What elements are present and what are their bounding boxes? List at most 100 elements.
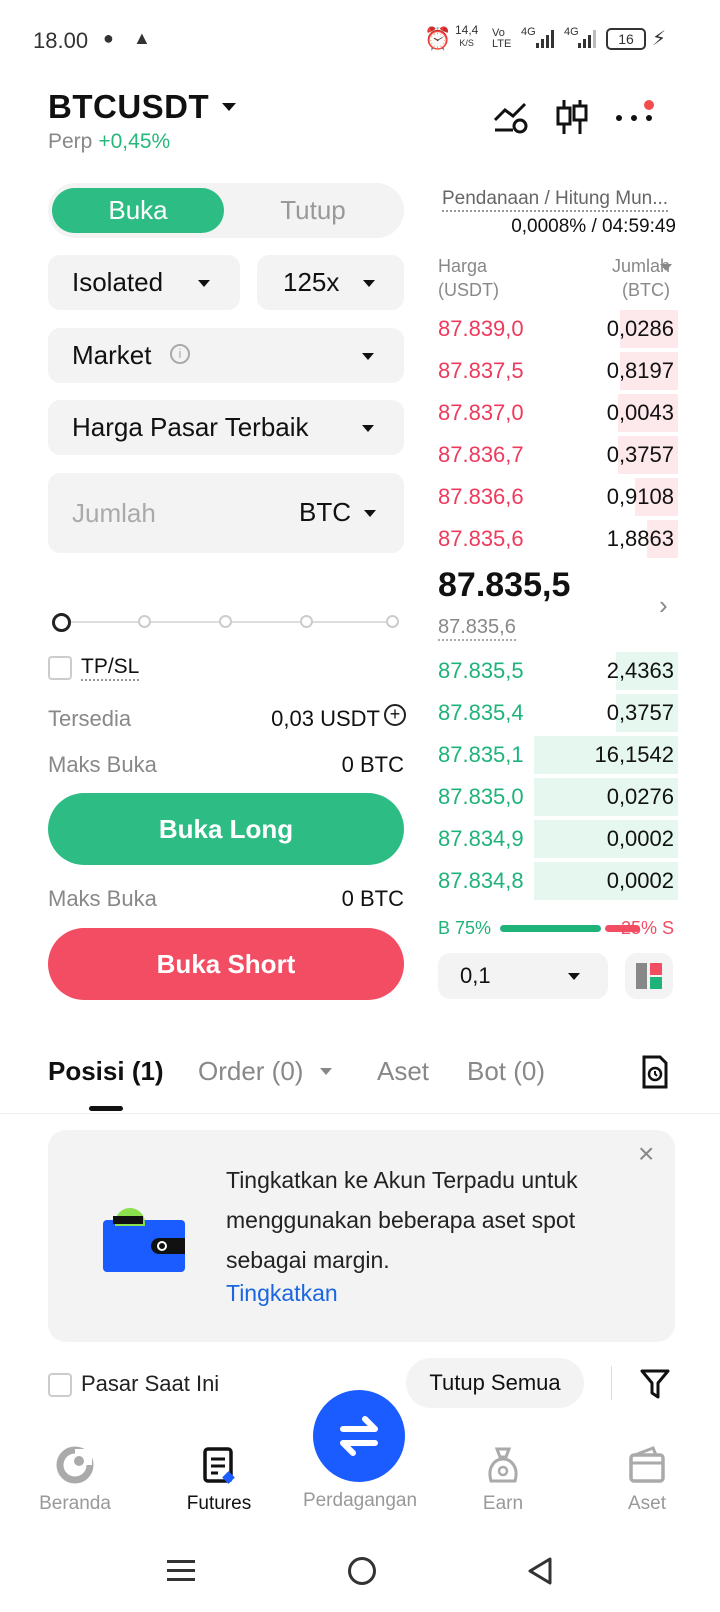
- bid-price: 87.834,9: [438, 826, 524, 851]
- ask-price: 87.837,5: [438, 358, 524, 383]
- precision-select[interactable]: 0,1: [438, 953, 608, 999]
- ask-row[interactable]: 87.835,6 1,8863: [438, 518, 678, 560]
- nav-futures[interactable]: Futures: [149, 1445, 289, 1515]
- unified-account-banner: Tingkatkan ke Akun Terpadu untuk menggun…: [48, 1130, 675, 1342]
- trade-fab-button[interactable]: [313, 1390, 405, 1482]
- max-open-long-value: 0 BTC: [341, 752, 404, 777]
- bid-price: 87.834,8: [438, 868, 524, 893]
- chevron-right-icon[interactable]: ›: [659, 590, 668, 621]
- futures-icon: [199, 1445, 239, 1485]
- divider: [611, 1366, 612, 1400]
- leverage-select[interactable]: 125x: [257, 255, 404, 310]
- slider-step-50[interactable]: [219, 615, 232, 628]
- ask-row[interactable]: 87.836,6 0,9108: [438, 476, 678, 518]
- active-tab-indicator: [89, 1106, 123, 1111]
- current-market-checkbox[interactable]: [48, 1373, 72, 1397]
- nav-assets-label: Aset: [627, 1493, 667, 1514]
- available-value: 0,03 USDT: [271, 706, 380, 731]
- bid-row[interactable]: 87.835,5 2,4363: [438, 650, 678, 692]
- signal-icon-2: [578, 30, 600, 48]
- ask-row[interactable]: 87.839,0 0,0286: [438, 308, 678, 350]
- slider-step-100[interactable]: [386, 615, 399, 628]
- ask-qty: 0,0043: [606, 400, 674, 425]
- bid-qty: 2,4363: [606, 658, 674, 683]
- chevron-down-icon: [660, 264, 672, 271]
- layout-icon: [636, 963, 662, 989]
- tab-orders[interactable]: Order (0): [198, 1056, 303, 1087]
- symbol-selector[interactable]: BTCUSDT: [48, 88, 236, 126]
- bid-qty: 16,1542: [594, 742, 674, 767]
- close-all-button[interactable]: Tutup Semua: [406, 1358, 584, 1408]
- open-short-button[interactable]: Buka Short: [48, 928, 404, 1000]
- tab-positions[interactable]: Posisi (1): [48, 1056, 164, 1087]
- ask-row[interactable]: 87.837,0 0,0043: [438, 392, 678, 434]
- battery-icon: 16: [606, 28, 646, 50]
- tpsl-label[interactable]: TP/SL: [81, 655, 140, 681]
- banner-text: Tingkatkan ke Akun Terpadu untuk menggun…: [226, 1167, 578, 1273]
- chevron-down-icon: [362, 353, 374, 360]
- add-funds-icon[interactable]: +: [384, 704, 406, 726]
- margin-mode-select[interactable]: Isolated: [48, 255, 240, 310]
- ask-row[interactable]: 87.837,5 0,8197: [438, 350, 678, 392]
- mark-price[interactable]: 87.835,6: [438, 615, 516, 641]
- chart-settings-icon[interactable]: [493, 100, 529, 134]
- slider-thumb[interactable]: [52, 613, 71, 632]
- funding-rate-label[interactable]: Pendanaan / Hitung Mun...: [442, 188, 669, 212]
- bid-qty: 0,0276: [606, 784, 674, 809]
- tab-close[interactable]: Tutup: [226, 188, 400, 233]
- orderbook-qty-header[interactable]: Jumlah (BTC): [612, 254, 670, 302]
- filter-icon[interactable]: [640, 1368, 670, 1400]
- info-icon[interactable]: i: [170, 344, 190, 364]
- ask-qty: 1,8863: [606, 526, 674, 551]
- order-history-icon[interactable]: [641, 1055, 669, 1089]
- nav-earn[interactable]: Earn: [433, 1445, 573, 1515]
- tab-open[interactable]: Buka: [52, 188, 224, 233]
- quantity-input[interactable]: Jumlah BTC: [48, 473, 404, 553]
- recent-apps-icon[interactable]: [167, 1557, 195, 1585]
- network-speed: 14,4 K/S: [455, 23, 479, 48]
- bid-row[interactable]: 87.835,0 0,0276: [438, 776, 678, 818]
- tab-bots[interactable]: Bot (0): [467, 1056, 545, 1087]
- chevron-down-icon: [362, 425, 374, 432]
- bid-row[interactable]: 87.834,8 0,0002: [438, 860, 678, 902]
- leverage-value: 125x: [283, 267, 340, 297]
- nav-assets[interactable]: Aset: [577, 1445, 717, 1515]
- buy-ratio-bar: [500, 925, 601, 932]
- nav-trade[interactable]: Perdagangan: [289, 1490, 431, 1512]
- tpsl-checkbox[interactable]: [48, 656, 72, 680]
- alarm-icon: ⏰: [424, 26, 452, 51]
- nav-home[interactable]: Beranda: [5, 1445, 145, 1515]
- bid-qty: 0,0002: [606, 868, 674, 893]
- home-button-icon[interactable]: [348, 1557, 376, 1585]
- ask-price: 87.836,7: [438, 442, 524, 467]
- upgrade-link[interactable]: Tingkatkan: [226, 1280, 338, 1307]
- sell-ratio-label: 25% S: [620, 918, 674, 938]
- tab-assets[interactable]: Aset: [377, 1056, 429, 1087]
- bid-row[interactable]: 87.835,4 0,3757: [438, 692, 678, 734]
- chevron-down-icon: [364, 510, 376, 517]
- price-mode-select[interactable]: Harga Pasar Terbaik: [48, 400, 404, 455]
- slider-step-75[interactable]: [300, 615, 313, 628]
- orderbook-layout-button[interactable]: [625, 953, 673, 999]
- close-icon[interactable]: ×: [638, 1138, 654, 1170]
- bid-row[interactable]: 87.835,1 16,1542: [438, 734, 678, 776]
- ask-row[interactable]: 87.836,7 0,3757: [438, 434, 678, 476]
- bid-qty: 0,3757: [606, 700, 674, 725]
- slider-step-25[interactable]: [138, 615, 151, 628]
- back-icon[interactable]: [526, 1556, 554, 1586]
- bid-price: 87.835,0: [438, 784, 524, 809]
- order-type-select[interactable]: Market i: [48, 328, 404, 383]
- bid-row[interactable]: 87.834,9 0,0002: [438, 818, 678, 860]
- home-icon: [55, 1445, 95, 1485]
- chevron-down-icon: [320, 1068, 332, 1075]
- max-open-short-label: Maks Buka: [48, 886, 157, 911]
- bid-price: 87.835,4: [438, 700, 524, 725]
- quantity-unit-select[interactable]: BTC: [299, 497, 351, 528]
- orderbook-price-header: Harga (USDT): [438, 256, 499, 300]
- bid-qty: 0,0002: [606, 826, 674, 851]
- candlestick-chart-icon[interactable]: [555, 98, 589, 136]
- more-menu-icon[interactable]: [614, 100, 654, 130]
- open-long-button[interactable]: Buka Long: [48, 793, 404, 865]
- chevron-down-icon: [198, 280, 210, 287]
- funding-rate-value: 0,0008% / 04:59:49: [511, 216, 676, 237]
